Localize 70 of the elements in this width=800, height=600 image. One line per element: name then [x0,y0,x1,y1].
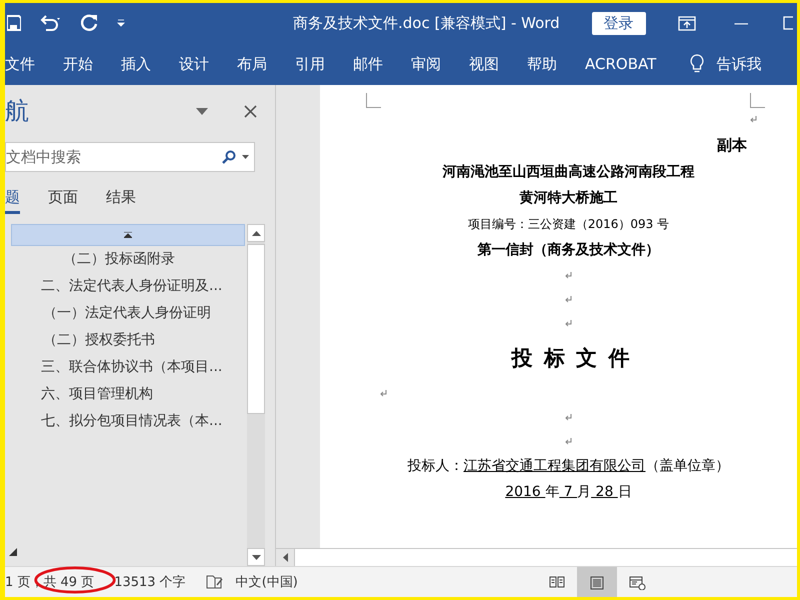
redo-icon[interactable] [81,14,99,32]
outline-item[interactable]: 二、法定代表人身份证明及... [11,273,247,300]
document-paragraph: 河南渑池至山西垣曲高速公路河南段工程 [442,162,696,182]
language-label[interactable]: 中文(中国) [236,573,298,591]
search-icon[interactable] [222,150,236,164]
document-paragraph: 副本 [716,135,748,156]
close-icon[interactable] [244,104,257,118]
ribbon-tab[interactable]: 设计 [179,54,209,74]
ribbon-tab[interactable]: 视图 [469,54,499,74]
outline-item[interactable]: 六、项目管理机构 [11,381,247,408]
pane-title: 航 [5,96,30,127]
document-paragraph: 投标人：江苏省交通工程集团有限公司（盖单位章） [406,457,730,476]
customize-caret-icon[interactable] [117,19,125,27]
document-paragraph: 投 标 文 件 [510,345,632,372]
document-paragraph: 2016 年 7 月 28 日 [504,483,633,502]
outline-item[interactable]: 七、拟分包项目情况表（本... [11,408,247,435]
ribbon-tab[interactable]: 邮件 [353,54,383,74]
pane-options-caret-icon[interactable] [196,108,208,114]
ribbon-tab[interactable]: 布局 [237,54,267,74]
ribbon-tab[interactable]: 审阅 [411,54,441,74]
proofing-icon[interactable] [206,574,224,590]
outline-item[interactable]: （二）投标函附录 [11,246,247,273]
ribbon-tab[interactable]: 引用 [295,54,325,74]
search-field[interactable]: 文档中搜索 [5,142,255,172]
tell-me-label[interactable]: 告诉我 [716,54,762,74]
collapse-icon [124,232,132,238]
crop-mark-icon [366,93,381,108]
minimize-button[interactable]: — [734,14,749,32]
document-paragraph: 项目编号：三公资建（2016）093 号 [466,216,670,233]
save-icon[interactable] [7,15,21,31]
ribbon-tab[interactable]: 文件 [5,54,35,74]
window-title: 商务及技术文件.doc [兼容模式] - Word [293,14,560,32]
paragraph-mark-icon [565,320,572,326]
paragraph-mark-icon [565,414,572,420]
pane-tab[interactable]: 题 [5,186,20,214]
outline-item[interactable]: （一）法定代表人身份证明 [11,300,247,327]
outline-item[interactable]: 三、联合体协议书（本项目... [11,354,247,381]
lightbulb-icon[interactable] [690,54,704,74]
paragraph-mark-icon [380,390,387,396]
paragraph-mark-icon [565,272,572,278]
maximize-icon[interactable] [782,16,793,30]
horizontal-scrollbar[interactable] [276,548,797,566]
scroll-down-icon[interactable] [252,554,260,560]
paragraph-mark-icon [565,296,572,302]
dropdown-caret-icon[interactable] [242,155,249,159]
ribbon-tab[interactable]: 开始 [63,54,93,74]
scroll-up-icon[interactable] [252,230,260,236]
resize-grip-icon[interactable] [9,548,17,556]
scroll-thumb[interactable] [247,244,265,414]
document-paragraph: 第一信封（商务及技术文件） [476,240,660,260]
ribbon-display-icon[interactable] [678,16,696,30]
vertical-scrollbar[interactable] [247,224,265,566]
pane-tab[interactable]: 结果 [106,186,136,214]
ribbon-tab[interactable]: ACROBAT [585,55,656,73]
view-mode-button[interactable] [577,567,617,597]
pane-tab[interactable]: 页面 [48,186,78,214]
web-page-icon [628,574,646,590]
outline-item[interactable]: （二）授权委托书 [11,327,247,354]
crop-mark-icon [750,93,765,108]
document-paragraph: 黄河特大桥施工 [518,189,618,208]
paragraph-mark-icon [565,438,572,444]
scroll-left-icon[interactable] [282,553,288,562]
word-count[interactable]: 13513 个字 [114,573,186,591]
book-icon [548,574,566,590]
ribbon-tab[interactable]: 帮助 [527,54,557,74]
paragraph-mark-icon [750,116,757,122]
ribbon-tab[interactable]: 插入 [121,54,151,74]
sign-in-button[interactable]: 登录 [592,12,646,34]
page-icon [588,574,606,590]
undo-icon[interactable] [39,14,63,32]
